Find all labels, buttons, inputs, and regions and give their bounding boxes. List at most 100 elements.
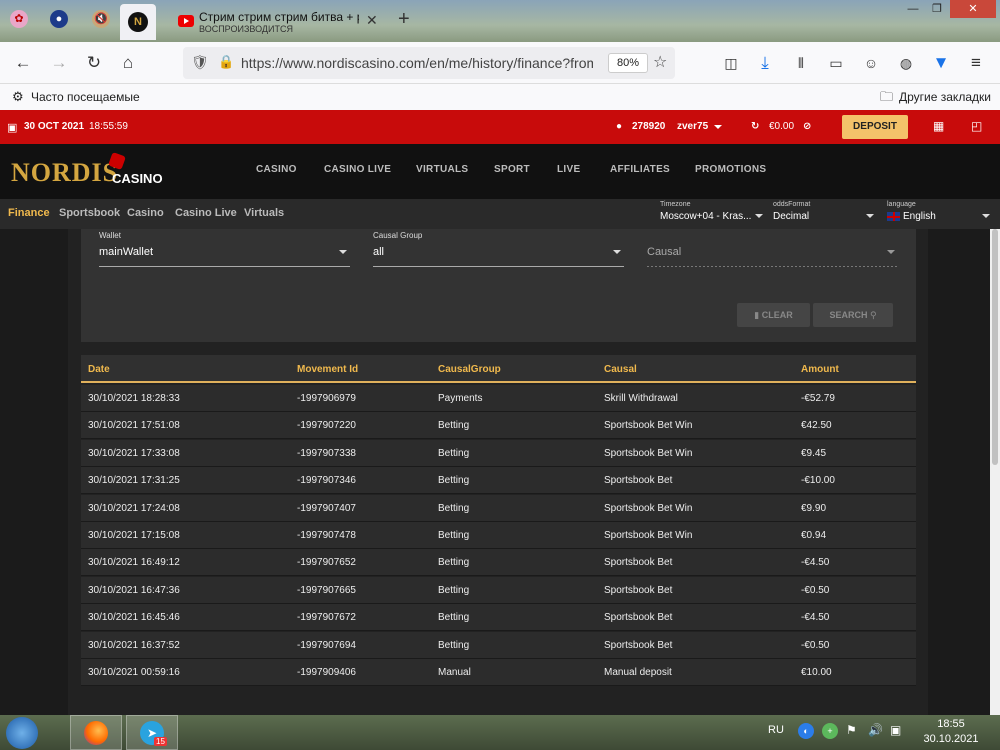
cell-date: 30/10/2021 16:45:46 bbox=[88, 612, 180, 624]
start-button[interactable] bbox=[6, 717, 38, 749]
address-bar[interactable]: 🛡 🔒 https://www.nordiscasino.com/en/me/h… bbox=[183, 47, 675, 79]
speaker-icon[interactable]: 🔇 bbox=[92, 10, 110, 28]
menu-icon[interactable]: ≡ bbox=[965, 52, 987, 74]
cell-amount: -€0.50 bbox=[801, 584, 830, 596]
clear-button[interactable]: ▮ CLEAR bbox=[737, 303, 810, 327]
chevron-down-icon bbox=[866, 214, 874, 218]
language-label: language bbox=[887, 201, 916, 208]
lock-icon[interactable]: 🔒 bbox=[218, 54, 234, 70]
nav-casino[interactable]: CASINO bbox=[256, 164, 297, 175]
home-icon[interactable]: ⌂ bbox=[117, 52, 139, 74]
zoom-level[interactable]: 80% bbox=[608, 53, 648, 73]
library-icon[interactable]: ⫴ bbox=[790, 52, 812, 74]
wallet-icon[interactable]: ◰ bbox=[971, 119, 982, 133]
folder-icon: 🗀 bbox=[880, 89, 894, 104]
nordis-favicon-icon: N bbox=[128, 12, 148, 32]
taskbar-telegram[interactable]: ➤ 15 bbox=[126, 715, 178, 750]
refresh-balance-icon[interactable]: ↻ bbox=[751, 121, 759, 132]
maximize-icon[interactable]: ❐ bbox=[920, 0, 954, 18]
chevron-down-icon bbox=[339, 250, 347, 254]
star-icon[interactable]: ☆ bbox=[653, 52, 667, 72]
cell-date: 30/10/2021 17:15:08 bbox=[88, 530, 180, 541]
globe-icon[interactable]: ◍ bbox=[895, 52, 917, 74]
header-amount[interactable]: Amount bbox=[801, 364, 839, 375]
page-scrollbar[interactable] bbox=[990, 229, 1000, 715]
subnav-casino-live[interactable]: Casino Live bbox=[175, 207, 237, 219]
taskbar-firefox[interactable] bbox=[70, 715, 122, 750]
flag-icon[interactable]: ● bbox=[50, 10, 68, 28]
tab-nordis[interactable]: N bbox=[120, 4, 156, 40]
header-causal[interactable]: Causal bbox=[604, 364, 637, 375]
cell-date: 30/10/2021 16:49:12 bbox=[88, 557, 180, 569]
tray-app-icon[interactable]: ◐ bbox=[798, 723, 814, 739]
nav-virtuals[interactable]: VIRTUALS bbox=[416, 164, 468, 175]
search-button[interactable]: SEARCH ⚲ bbox=[813, 303, 893, 327]
nav-casino-live[interactable]: CASINO LIVE bbox=[324, 164, 391, 175]
uk-flag-icon bbox=[887, 212, 900, 221]
subnav-virtuals[interactable]: Virtuals bbox=[244, 207, 284, 219]
volume-icon[interactable]: 🔊 bbox=[868, 723, 883, 737]
odds-format-label: oddsFormat bbox=[773, 201, 811, 208]
gift-icon[interactable]: ▦ bbox=[933, 119, 944, 133]
flower-icon[interactable]: ✿ bbox=[10, 10, 28, 28]
cell-amount: -€52.79 bbox=[801, 393, 835, 404]
cell-causal-group: Betting bbox=[438, 530, 470, 541]
new-tab-icon[interactable]: + bbox=[398, 8, 410, 31]
user-chevron-down-icon[interactable] bbox=[714, 125, 722, 129]
back-icon[interactable]: ← bbox=[12, 52, 34, 74]
subnav-casino[interactable]: Casino bbox=[127, 207, 164, 219]
sidebar-icon[interactable]: ▭ bbox=[825, 52, 847, 74]
odds-format-value: Decimal bbox=[773, 211, 810, 222]
window-close-icon[interactable]: ✕ bbox=[950, 0, 996, 18]
network-icon[interactable]: ▣ bbox=[890, 723, 901, 737]
language-indicator[interactable]: RU bbox=[768, 724, 784, 736]
nav-affiliates[interactable]: AFFILIATES bbox=[610, 164, 670, 175]
clock-time: 18:55 bbox=[937, 718, 965, 730]
bookmark-other[interactable]: Другие закладки bbox=[899, 90, 991, 104]
logo[interactable]: NORDIS bbox=[11, 158, 118, 188]
header-date[interactable]: Date bbox=[88, 364, 110, 375]
cell-causal-group: Manual bbox=[438, 667, 471, 678]
nav-live[interactable]: LIVE bbox=[557, 164, 580, 175]
subnav-finance[interactable]: Finance bbox=[8, 207, 50, 219]
wallet-value: mainWallet bbox=[99, 246, 153, 258]
system-clock[interactable]: 18:55 30.10.2021 bbox=[916, 717, 986, 747]
chevron-down-icon bbox=[755, 214, 763, 218]
tray-flag-icon[interactable]: ⚑ bbox=[846, 723, 857, 737]
tab-title: Стрим стрим стрим битва + р bbox=[199, 10, 359, 24]
header-causal-group[interactable]: CausalGroup bbox=[438, 364, 501, 375]
gear-icon: ⚙ bbox=[12, 89, 24, 104]
bookmark-most-visited[interactable]: Часто посещаемые bbox=[31, 90, 140, 104]
user-id[interactable]: 278920 bbox=[632, 121, 665, 132]
chevron-down-icon bbox=[887, 250, 895, 254]
table-row: 30/10/2021 18:28:33 -1997906979 Payments Sk… bbox=[81, 385, 916, 412]
causal-select[interactable]: Causal bbox=[647, 229, 898, 269]
cell-movement-id: -1997907652 bbox=[297, 557, 356, 569]
causal-group-select[interactable]: Causal Group all bbox=[373, 229, 624, 269]
table-row: 30/10/2021 17:24:08 -1997907407 Betting Spo… bbox=[81, 494, 916, 522]
hide-balance-icon[interactable]: ⊘ bbox=[803, 121, 811, 132]
deposit-button[interactable]: DEPOSIT bbox=[842, 115, 908, 139]
header-movement-id[interactable]: Movement Id bbox=[297, 364, 358, 375]
reload-icon[interactable]: ↻ bbox=[83, 52, 105, 74]
tab-close-icon[interactable]: ✕ bbox=[366, 12, 378, 29]
logo-sub: CASINO bbox=[112, 171, 163, 186]
profile-icon[interactable]: ☺ bbox=[860, 52, 882, 74]
url-text[interactable]: https://www.nordiscasino.com/en/me/histo… bbox=[241, 55, 593, 71]
tab-youtube[interactable]: Стрим стрим стрим битва + р ВОСПРОИЗВОДИ… bbox=[170, 6, 385, 40]
nav-sport[interactable]: SPORT bbox=[494, 164, 530, 175]
username[interactable]: zver75 bbox=[677, 121, 708, 132]
wallet-select[interactable]: Wallet mainWallet bbox=[99, 229, 350, 269]
vpn-shield-icon[interactable]: ▼ bbox=[930, 52, 952, 74]
cell-causal-group: Betting bbox=[438, 447, 470, 459]
table-row: 30/10/2021 17:33:08 -1997907338 Betting Spo… bbox=[81, 439, 916, 467]
shield-icon[interactable]: 🛡 bbox=[191, 54, 209, 71]
pocket-icon[interactable]: ◫ bbox=[720, 52, 742, 74]
scrollbar-thumb[interactable] bbox=[992, 229, 998, 465]
tray-plus-icon[interactable]: + bbox=[822, 723, 838, 739]
download-icon[interactable]: ⤓ bbox=[754, 52, 776, 74]
cell-causal-group: Betting bbox=[438, 502, 470, 514]
nav-promotions[interactable]: PROMOTIONS bbox=[695, 164, 766, 175]
subnav-sportsbook[interactable]: Sportsbook bbox=[59, 207, 120, 219]
forward-icon[interactable]: → bbox=[48, 52, 70, 74]
